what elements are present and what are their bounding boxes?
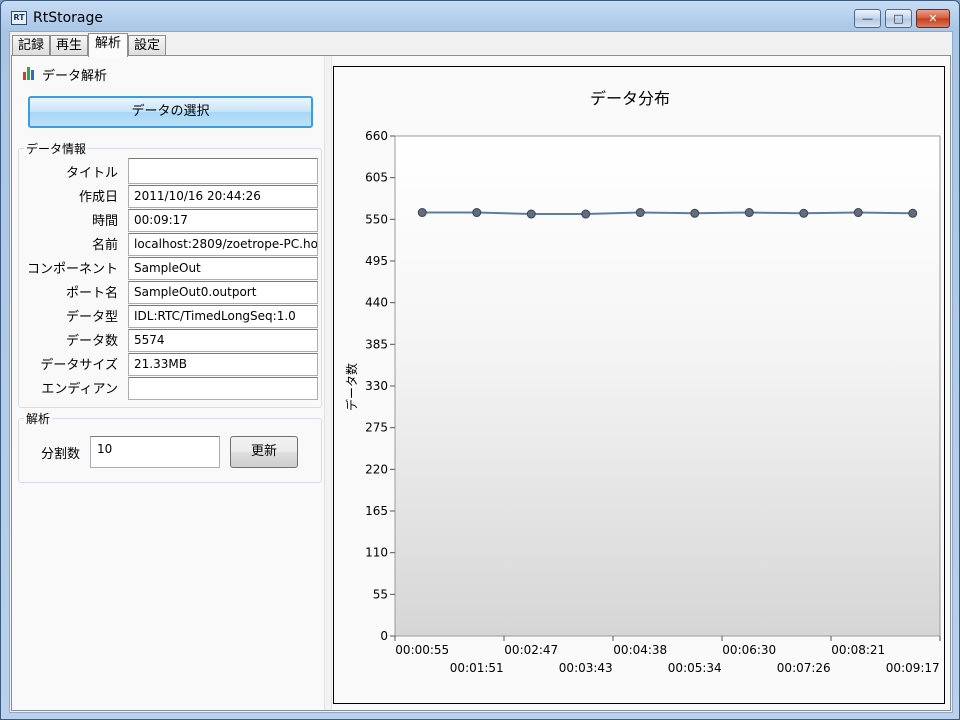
- x-tick-label: 00:05:34: [668, 661, 722, 675]
- y-tick-label: 605: [365, 171, 388, 185]
- field-value-datatype[interactable]: IDL:RTC/TimedLongSeq:1.0: [128, 305, 318, 328]
- data-point[interactable]: [526, 209, 536, 219]
- x-tick-label: 00:02:47: [504, 643, 558, 657]
- chart-title: データ分布: [590, 89, 670, 108]
- y-tick-label: 550: [365, 212, 388, 226]
- analysis-group-label: 解析: [24, 410, 53, 427]
- field-value-port[interactable]: SampleOut0.outport: [128, 281, 318, 304]
- maximize-icon: □: [893, 12, 904, 25]
- divisions-input[interactable]: 10: [90, 436, 220, 468]
- x-tick-label: 00:07:26: [777, 661, 831, 675]
- field-value-name[interactable]: localhost:2809/zoetrope-PC.ho: [128, 233, 318, 256]
- field-value-count[interactable]: 5574: [128, 329, 318, 352]
- field-label-port: ポート名: [65, 286, 118, 301]
- left-panel: データ解析 データの選択 データ情報 タイトル 作成日 2011/10/16 2…: [12, 56, 324, 710]
- data-point[interactable]: [472, 208, 482, 218]
- maximize-button[interactable]: □: [885, 9, 912, 28]
- distribution-chart: データ分布 データ数 0 55 110 165 220 275 330 385 440 495 55…: [344, 89, 941, 675]
- data-point[interactable]: [581, 209, 591, 219]
- bar-chart-icon: [22, 66, 36, 80]
- field-value-component[interactable]: SampleOut: [128, 257, 318, 280]
- close-icon: ✕: [928, 12, 938, 25]
- x-tick-label: 00:01:51: [450, 661, 504, 675]
- chart-panel: データ分布 データ数 0 55 110 165 220 275 330 385 440 495 55…: [333, 66, 945, 704]
- data-point[interactable]: [635, 208, 645, 218]
- y-tick-label: 660: [365, 129, 388, 143]
- divisions-label: 分割数: [40, 447, 80, 462]
- data-point[interactable]: [853, 208, 863, 218]
- tab-playback[interactable]: 再生: [50, 35, 88, 56]
- select-data-button[interactable]: データの選択: [28, 96, 313, 128]
- update-button[interactable]: 更新: [230, 436, 298, 468]
- x-tick-label: 00:00:55: [395, 643, 449, 657]
- x-axis: 00:00:5500:01:5100:02:4700:03:4300:04:38…: [394, 636, 941, 675]
- data-point[interactable]: [799, 208, 809, 218]
- y-tick-label: 385: [365, 337, 388, 351]
- field-value-size[interactable]: 21.33MB: [128, 353, 318, 376]
- analysis-page: データ解析 データの選択 データ情報 タイトル 作成日 2011/10/16 2…: [11, 55, 951, 711]
- field-value-duration[interactable]: 00:09:17: [128, 209, 318, 232]
- data-point[interactable]: [908, 208, 918, 218]
- field-label-created: 作成日: [78, 190, 118, 205]
- x-tick-label: 00:06:30: [722, 643, 776, 657]
- y-tick-label: 110: [365, 546, 388, 560]
- panel-splitter[interactable]: [324, 56, 332, 710]
- tab-record[interactable]: 記録: [12, 35, 50, 56]
- field-value-created[interactable]: 2011/10/16 20:44:26: [128, 185, 318, 208]
- data-point[interactable]: [417, 208, 427, 218]
- y-tick-label: 165: [365, 504, 388, 518]
- field-label-name: 名前: [91, 238, 118, 253]
- field-label-endian: エンディアン: [41, 382, 118, 397]
- app-icon: RT: [11, 11, 27, 25]
- minimize-button[interactable]: —: [854, 9, 881, 28]
- x-tick-label: 00:04:38: [613, 643, 667, 657]
- field-label-size: データサイズ: [40, 358, 118, 373]
- field-label-component: コンポーネント: [26, 262, 118, 277]
- y-tick-label: 275: [365, 421, 388, 435]
- app-window: RT RtStorage — □ ✕ 記録 再生 解析 設定 データ解析 データ…: [0, 0, 960, 720]
- y-tick-label: 220: [365, 462, 388, 476]
- section-title: データ解析: [42, 69, 108, 84]
- field-value-endian[interactable]: [128, 377, 318, 400]
- data-info-group-label: データ情報: [24, 140, 89, 157]
- field-label-datatype: データ型: [65, 310, 118, 325]
- tab-settings[interactable]: 設定: [128, 35, 166, 56]
- data-point[interactable]: [744, 208, 754, 218]
- tab-analysis[interactable]: 解析: [88, 33, 128, 57]
- y-tick-label: 440: [365, 296, 388, 310]
- client-area: 記録 再生 解析 設定 データ解析 データの選択 データ情報 タイトル 作成日 …: [9, 31, 953, 713]
- field-label-duration: 時間: [91, 214, 118, 229]
- y-axis: 0 55 110 165 220 275 330 385 440 495 550 605 660: [365, 129, 395, 643]
- window-title: RtStorage: [33, 10, 103, 26]
- x-tick-label: 00:09:17: [886, 661, 940, 675]
- data-point[interactable]: [690, 208, 700, 218]
- field-value-title[interactable]: [128, 158, 318, 184]
- close-button[interactable]: ✕: [916, 9, 950, 28]
- y-tick-label: 495: [365, 254, 388, 268]
- y-tick-label: 330: [365, 379, 388, 393]
- y-axis-label: データ数: [344, 363, 359, 411]
- title-bar[interactable]: RT RtStorage — □ ✕: [1, 1, 959, 31]
- field-label-count: データ数: [65, 334, 118, 349]
- x-tick-label: 00:08:21: [831, 643, 885, 657]
- y-tick-label: 0: [380, 629, 388, 643]
- minimize-icon: —: [862, 12, 873, 25]
- y-tick-label: 55: [373, 587, 388, 601]
- x-tick-label: 00:03:43: [559, 661, 613, 675]
- field-label-title: タイトル: [65, 166, 118, 181]
